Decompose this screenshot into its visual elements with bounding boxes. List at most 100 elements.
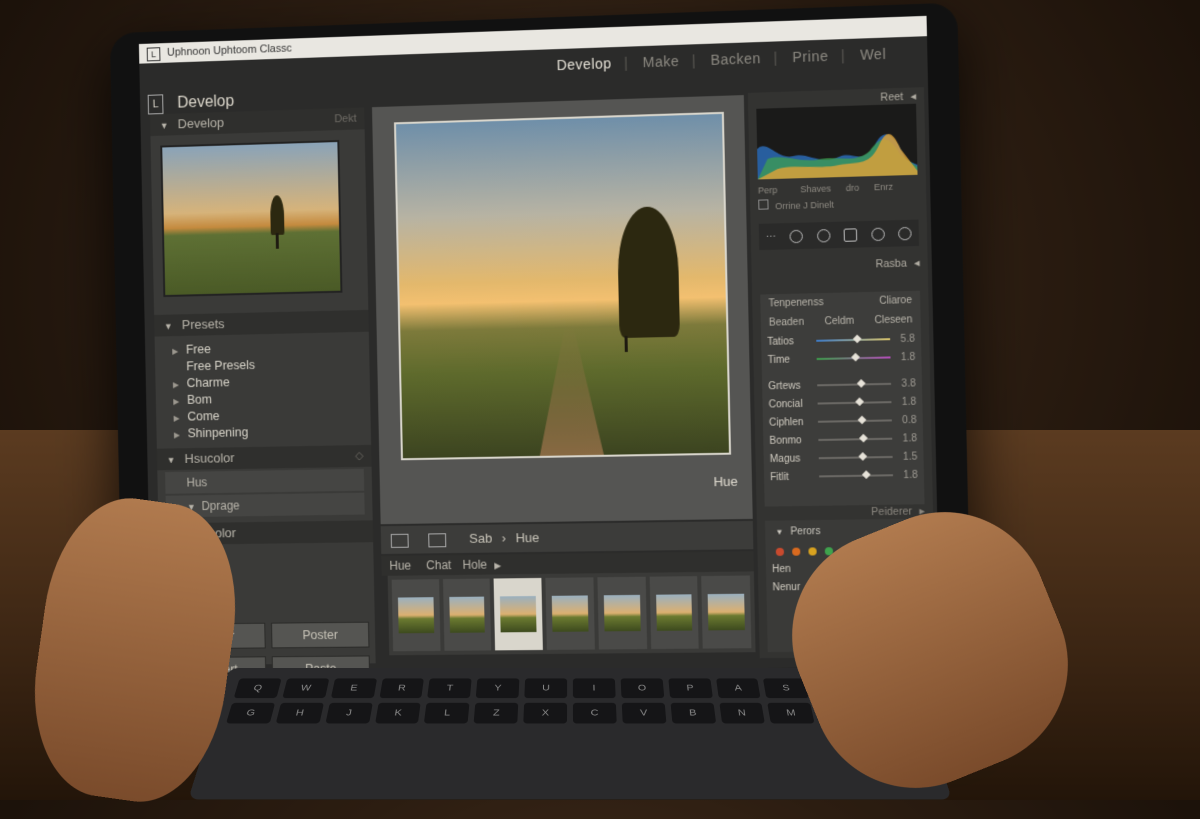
filmstrip-thumbnail[interactable] bbox=[597, 576, 647, 650]
keyboard-key[interactable]: I bbox=[572, 678, 616, 699]
color-swatch-icon[interactable] bbox=[808, 547, 817, 556]
checkbox-icon[interactable] bbox=[758, 199, 769, 210]
collapse-triangle-icon[interactable]: ▼ bbox=[167, 455, 176, 465]
histogram-reset-label[interactable]: Reet bbox=[880, 91, 903, 104]
preset-item[interactable]: ▶ Shinpening bbox=[174, 422, 371, 442]
slider-track[interactable] bbox=[817, 415, 892, 425]
keyboard-key[interactable]: U bbox=[524, 678, 568, 699]
chevron-right-icon[interactable]: ▶ bbox=[494, 560, 501, 570]
spot-removal-icon[interactable] bbox=[789, 229, 804, 243]
keyboard-key[interactable]: V bbox=[621, 702, 667, 724]
module-develop[interactable]: Develop bbox=[556, 55, 611, 73]
slider-knob[interactable] bbox=[856, 379, 866, 388]
slider-value[interactable]: 0.8 bbox=[898, 414, 917, 426]
slider-knob[interactable] bbox=[853, 334, 863, 344]
slider-knob[interactable] bbox=[858, 452, 868, 461]
crop-tool-icon[interactable]: ⋯ bbox=[766, 231, 776, 242]
module-prine[interactable]: Prine bbox=[792, 48, 828, 65]
slider-value[interactable]: 1.8 bbox=[898, 433, 917, 445]
slider-knob[interactable] bbox=[855, 397, 865, 407]
keyboard-key[interactable]: N bbox=[718, 702, 766, 724]
basic-section-header[interactable]: Rasba ◂ bbox=[759, 254, 919, 276]
collapse-triangle-icon[interactable]: ◂ bbox=[914, 257, 920, 269]
keyboard-key[interactable]: A bbox=[715, 678, 761, 699]
slider-knob[interactable] bbox=[850, 352, 860, 362]
slider-track[interactable] bbox=[818, 452, 893, 461]
collapse-triangle-icon[interactable]: ▼ bbox=[160, 121, 169, 131]
poster-button[interactable]: Poster bbox=[271, 621, 370, 649]
keyboard-key[interactable]: P bbox=[668, 678, 713, 699]
keyboard-key[interactable]: L bbox=[424, 702, 470, 724]
slider-value[interactable]: 1.5 bbox=[899, 451, 918, 462]
slider-knob[interactable] bbox=[862, 470, 871, 479]
slider-value[interactable]: 1.8 bbox=[898, 396, 917, 408]
keyboard-key[interactable]: H bbox=[275, 702, 324, 724]
toolbar-label-hue[interactable]: Hue bbox=[515, 530, 539, 545]
slider-value[interactable]: 3.8 bbox=[897, 378, 916, 390]
keyboard-key[interactable]: E bbox=[330, 678, 377, 699]
slider-track[interactable] bbox=[816, 352, 891, 362]
wb-option[interactable]: Cleseen bbox=[874, 314, 912, 326]
module-make[interactable]: Make bbox=[642, 53, 679, 70]
keyboard-key[interactable]: R bbox=[379, 678, 425, 699]
keyboard-key[interactable]: M bbox=[767, 702, 815, 724]
collapse-triangle-icon[interactable]: ▼ bbox=[164, 321, 173, 331]
filmstrip-thumbnail[interactable] bbox=[701, 575, 752, 649]
filmstrip-tab-hole[interactable]: Hole bbox=[462, 558, 487, 572]
slider-track[interactable] bbox=[818, 433, 893, 443]
color-swatch-icon[interactable] bbox=[792, 547, 801, 556]
slider-value[interactable]: 5.8 bbox=[896, 333, 915, 345]
keyboard-key[interactable]: J bbox=[325, 702, 373, 724]
keyboard-key[interactable]: X bbox=[523, 702, 568, 724]
navigator-zoom[interactable]: Dekt bbox=[334, 108, 357, 131]
wb-option[interactable]: Celdm bbox=[824, 316, 854, 328]
hsl-header[interactable]: ▼ Hsucolor ◇ bbox=[156, 444, 372, 471]
radial-filter-icon[interactable] bbox=[871, 227, 885, 241]
keyboard-key[interactable]: Z bbox=[473, 702, 519, 724]
filmstrip-thumbnail[interactable] bbox=[391, 579, 441, 652]
basic-head-right[interactable]: Cliaroe bbox=[879, 295, 912, 307]
keyboard-key[interactable]: G bbox=[225, 702, 276, 724]
slider-knob[interactable] bbox=[859, 433, 868, 443]
graduated-filter-icon[interactable] bbox=[843, 227, 858, 242]
filmstrip-thumbnail[interactable] bbox=[545, 577, 595, 650]
keyboard-key[interactable]: C bbox=[572, 702, 617, 724]
module-backen[interactable]: Backen bbox=[710, 50, 761, 68]
keyboard-key[interactable]: K bbox=[374, 702, 422, 724]
expand-arrow-icon[interactable]: ▶ bbox=[173, 397, 179, 406]
filmstrip-tab-hue[interactable]: Hue bbox=[389, 559, 411, 573]
slider-value[interactable]: 1.8 bbox=[899, 469, 918, 480]
brush-tool-icon[interactable] bbox=[898, 226, 912, 240]
panel-options-icon[interactable]: ◇ bbox=[355, 445, 364, 467]
histogram-option[interactable]: Orrine J Dinelt bbox=[758, 195, 918, 212]
panel-toggle-icon[interactable]: L bbox=[147, 94, 164, 115]
filmstrip-tab-chat[interactable]: Chat bbox=[426, 558, 451, 572]
slider-knob[interactable] bbox=[857, 415, 866, 425]
hsl-row-hue[interactable]: Hus bbox=[165, 468, 365, 494]
filmstrip-thumbnail[interactable] bbox=[649, 576, 699, 650]
keyboard-key[interactable]: O bbox=[620, 678, 665, 699]
collapse-triangle-icon[interactable]: ▼ bbox=[775, 528, 783, 537]
expand-arrow-icon[interactable]: ▶ bbox=[172, 347, 178, 356]
navigator-preview[interactable] bbox=[160, 139, 343, 298]
loupe-view-icon[interactable] bbox=[390, 533, 409, 548]
toolbar-label-sat[interactable]: Sab bbox=[469, 531, 492, 546]
slider-track[interactable] bbox=[817, 397, 892, 407]
expand-arrow-icon[interactable]: ▶ bbox=[174, 414, 180, 423]
keyboard-key[interactable]: B bbox=[670, 702, 716, 724]
keyboard-key[interactable]: T bbox=[427, 678, 472, 699]
expand-arrow-icon[interactable]: ▶ bbox=[173, 380, 179, 389]
filmstrip-thumbnail[interactable] bbox=[442, 578, 492, 651]
slider-track[interactable] bbox=[819, 470, 894, 479]
collapse-triangle-icon[interactable]: ◂ bbox=[910, 90, 916, 102]
slider-track[interactable] bbox=[816, 334, 891, 344]
slider-track[interactable] bbox=[817, 379, 892, 388]
keyboard-key[interactable]: W bbox=[282, 678, 330, 699]
red-eye-icon[interactable] bbox=[816, 228, 831, 243]
compare-view-icon[interactable] bbox=[427, 532, 446, 547]
histogram[interactable] bbox=[756, 103, 918, 180]
color-swatch-icon[interactable] bbox=[775, 547, 785, 556]
keyboard-key[interactable]: Y bbox=[475, 678, 520, 699]
expand-arrow-icon[interactable]: ▶ bbox=[174, 431, 180, 440]
filmstrip-thumbnail[interactable] bbox=[494, 577, 544, 651]
